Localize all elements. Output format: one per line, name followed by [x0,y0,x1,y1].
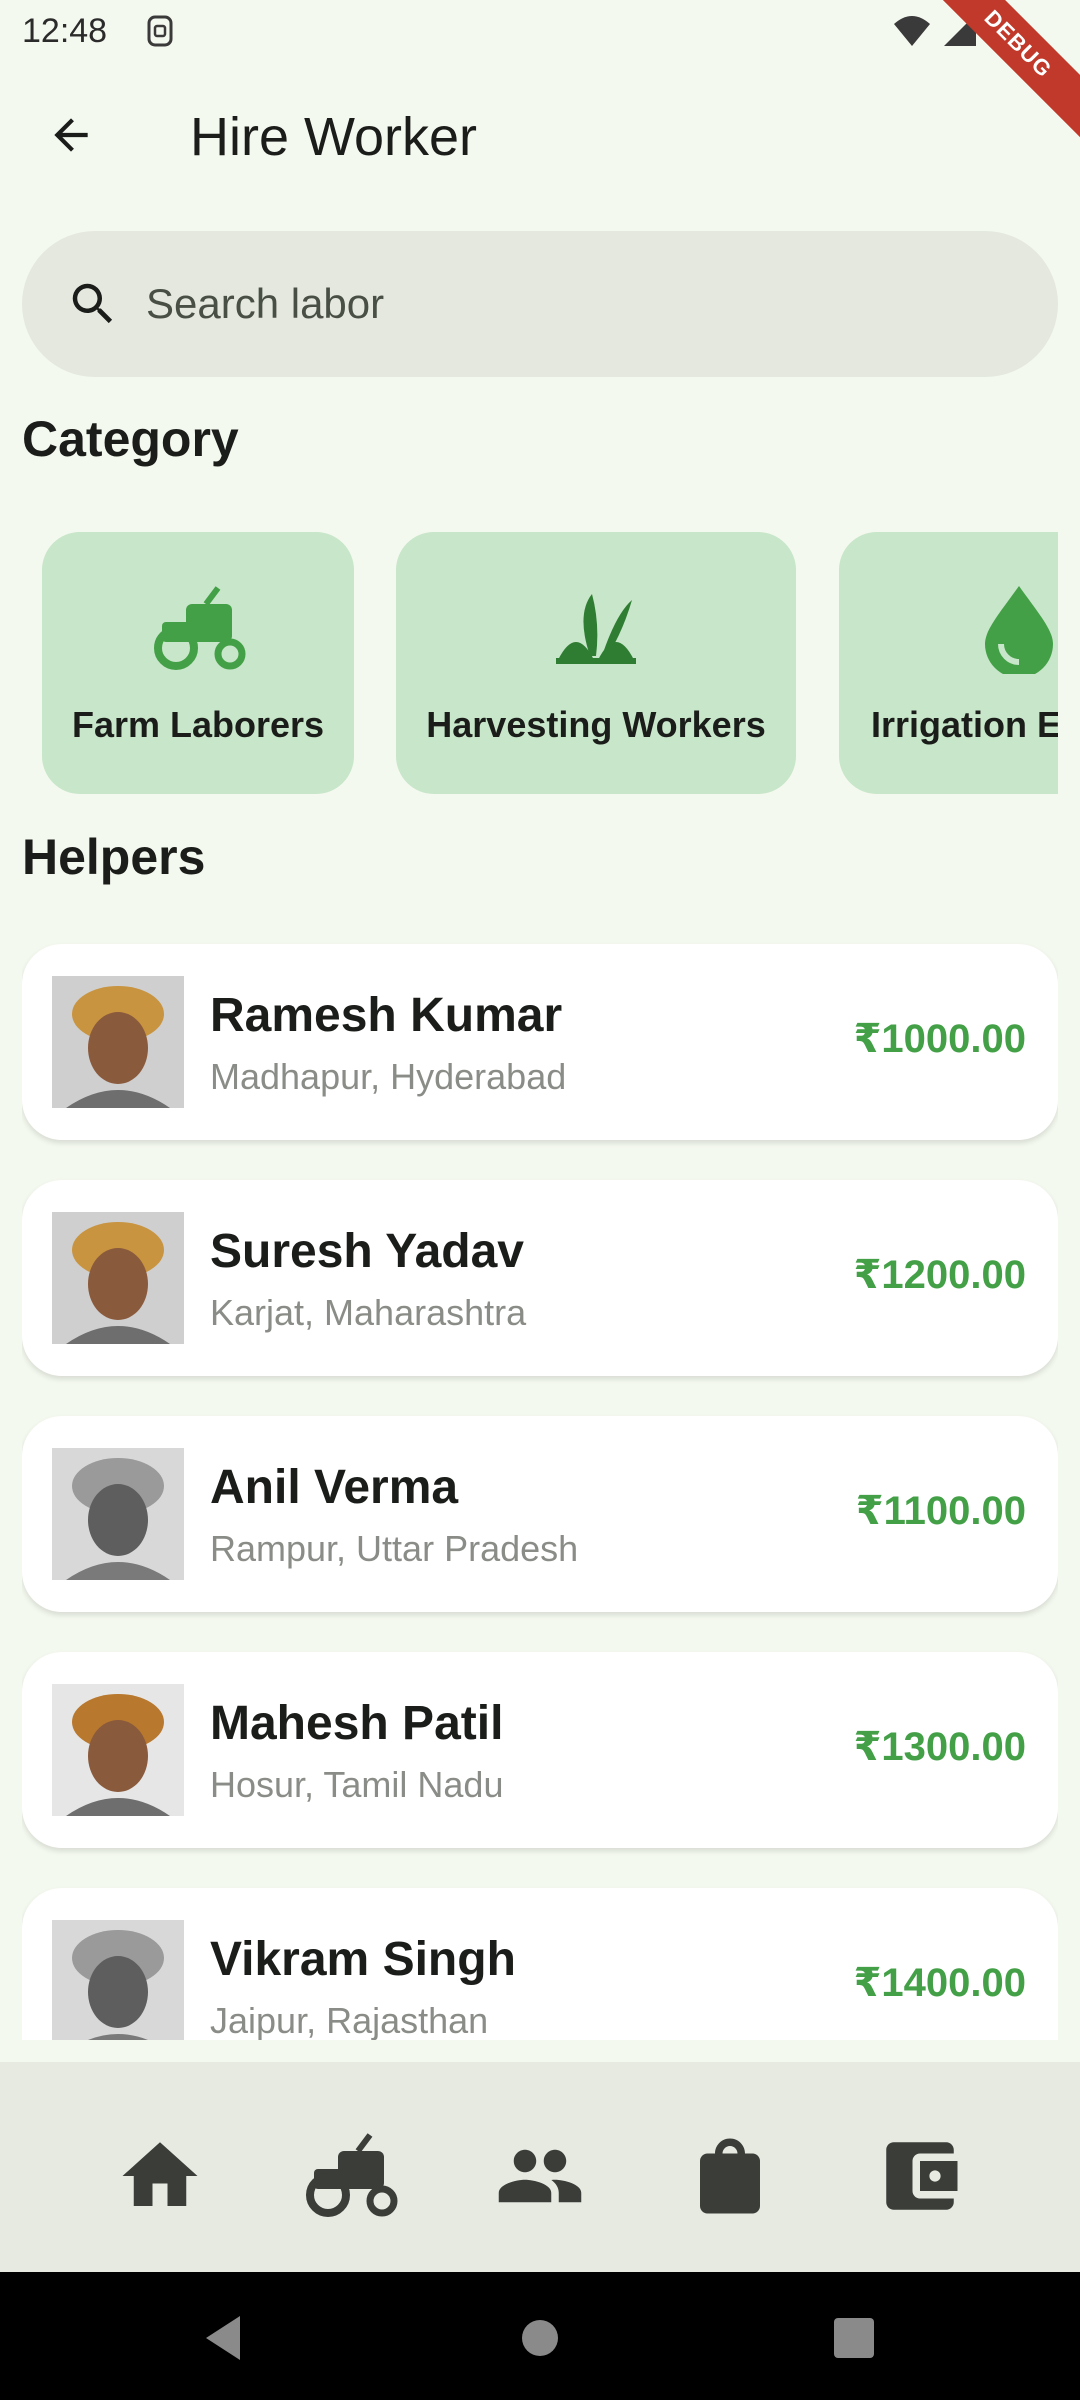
avatar [52,976,184,1108]
helper-name: Suresh Yadav [210,1225,524,1278]
helpers-list: Ramesh Kumar Madhapur, Hyderabad ₹1000.0… [22,940,1058,2040]
app-bar: Hire Worker [0,70,1080,200]
shopping-bag-icon [700,2138,760,2214]
helper-price: ₹1100.00 [855,1489,1026,1533]
category-label: Harvesting Workers [426,704,766,745]
grass-icon [556,594,636,664]
wallet-icon [886,2142,958,2210]
nav-people[interactable] [490,2126,590,2226]
system-back-icon[interactable] [196,2310,252,2366]
helper-price: ₹1300.00 [853,1725,1026,1769]
helper-card[interactable]: Suresh Yadav Karjat, Maharashtra ₹1200.0… [22,1180,1058,1376]
avatar [52,1684,184,1816]
status-time: 12:48 [22,12,108,50]
helper-card[interactable]: Anil Verma Rampur, Uttar Pradesh ₹1100.0… [22,1416,1058,1612]
helper-name: Anil Verma [210,1461,459,1514]
helper-price: ₹1200.00 [853,1253,1026,1297]
helper-location: Hosur, Tamil Nadu [210,1764,504,1805]
helper-card[interactable]: Ramesh Kumar Madhapur, Hyderabad ₹1000.0… [22,944,1058,1140]
bottom-nav [0,2062,1080,2272]
category-label: Irrigation E [871,704,1058,745]
people-icon [498,2149,582,2203]
tractor-icon [154,586,246,670]
helpers-section-title: Helpers [22,829,206,885]
helper-name: Mahesh Patil [210,1697,504,1750]
sim-card-icon [147,15,173,47]
category-card-farm-laborers[interactable]: Farm Laborers [42,532,354,794]
helper-card[interactable]: Mahesh Patil Hosur, Tamil Nadu ₹1300.00 [22,1652,1058,1848]
helper-price: ₹1000.00 [853,1017,1026,1061]
nav-home[interactable] [110,2126,210,2226]
home-icon [122,2142,198,2206]
page-title: Hire Worker [190,107,478,167]
avatar [52,1212,184,1344]
avatar [52,1448,184,1580]
helper-location: Rampur, Uttar Pradesh [210,1528,579,1569]
avatar [52,1920,184,2040]
category-section-title: Category [22,411,239,467]
system-recents-icon[interactable] [826,2310,882,2366]
category-card-irrigation[interactable]: Irrigation E [839,532,1058,794]
nav-tractor[interactable] [300,2126,400,2226]
system-home-icon[interactable] [512,2310,568,2366]
helper-location: Jaipur, Rajasthan [210,2000,489,2040]
helper-name: Ramesh Kumar [210,989,563,1042]
helper-location: Karjat, Maharashtra [210,1292,527,1333]
nav-shop[interactable] [680,2126,780,2226]
search-bar[interactable] [22,231,1058,377]
category-list: Farm Laborers Harvesting Workers Irrigat… [22,532,1058,796]
tractor-icon [306,2133,398,2217]
system-nav-bar [0,2272,1080,2400]
back-button[interactable] [36,100,106,170]
water-drop-icon [985,586,1053,674]
helper-name: Vikram Singh [210,1933,516,1986]
search-icon [72,283,113,324]
search-input[interactable] [146,271,1026,337]
wifi-icon [894,16,930,46]
category-label: Farm Laborers [71,704,325,745]
helper-card[interactable]: Vikram Singh Jaipur, Rajasthan ₹1400.00 [22,1888,1058,2040]
helper-location: Madhapur, Hyderabad [210,1056,567,1097]
status-bar: 12:48 DEBUG [0,0,1080,138]
nav-wallet[interactable] [870,2126,970,2226]
arrow-back-icon [54,118,88,152]
helper-price: ₹1400.00 [853,1961,1026,2005]
category-card-harvesting-workers[interactable]: Harvesting Workers [396,532,796,794]
